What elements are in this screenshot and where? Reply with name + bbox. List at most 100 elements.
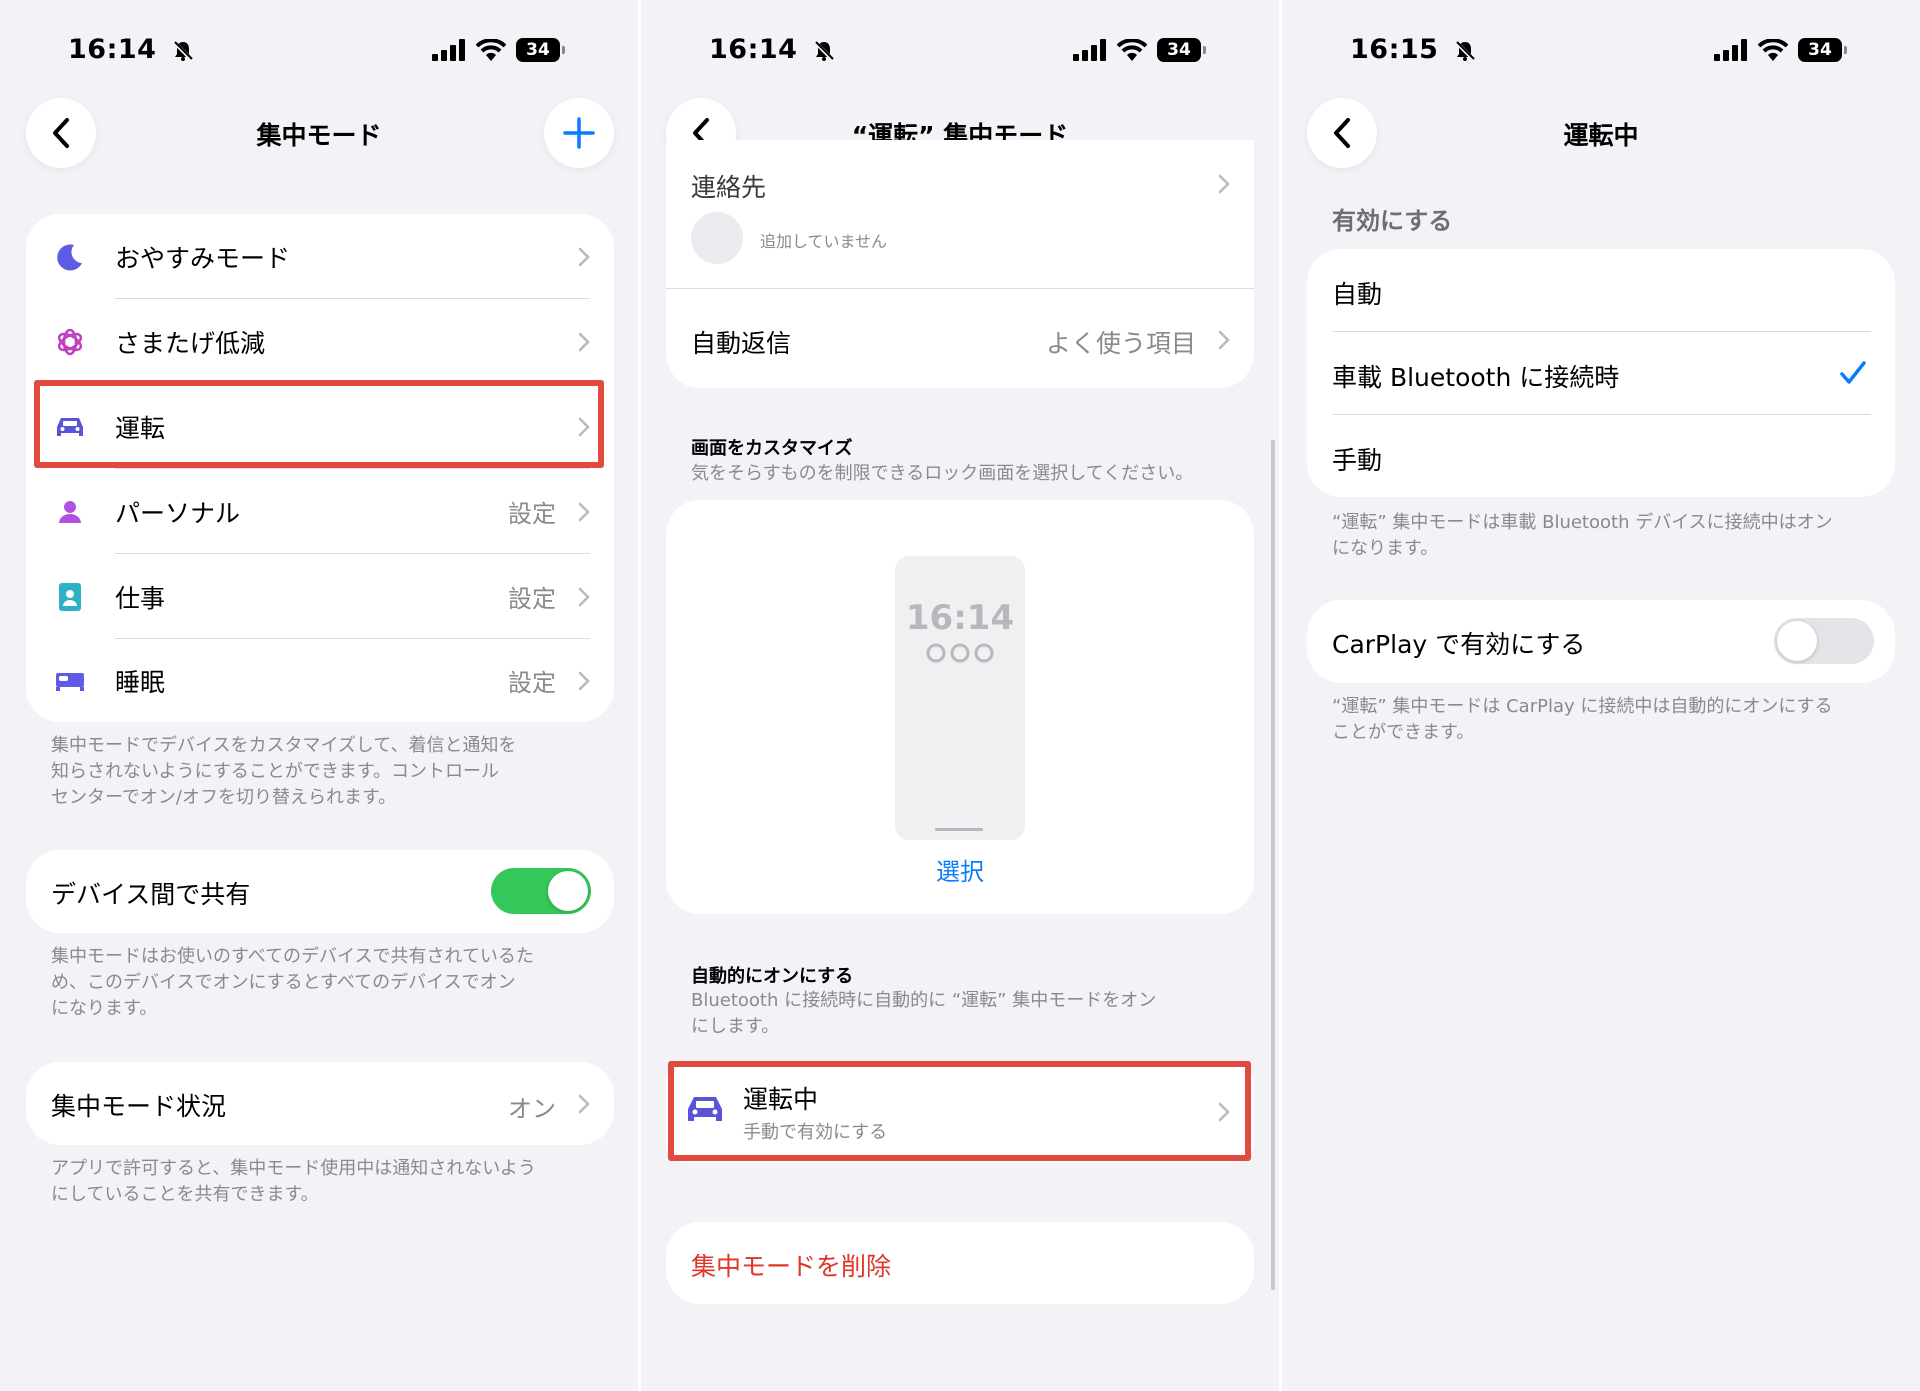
focus-status-row[interactable]: 集中モード状況 オン	[26, 1062, 614, 1145]
focus-status-value: オン	[508, 1095, 556, 1123]
share-across-devices-row: デバイス間で共有	[26, 850, 614, 933]
contact-avatar-placeholder	[691, 212, 743, 264]
bell-slash-icon	[172, 40, 194, 61]
focus-item-label: 睡眠	[115, 667, 166, 697]
bell-slash-icon	[1454, 40, 1476, 61]
scrollbar[interactable]	[1271, 440, 1275, 1290]
carplay-row: CarPlay で有効にする	[1307, 600, 1895, 683]
focus-item-personal[interactable]: パーソナル 設定	[26, 469, 614, 554]
focus-modes-screen: 16:14 34 集中モード おやすみモード さまたげ低減 運転 パーソナル 設…	[0, 0, 638, 1391]
focus-item-label: パーソナル	[115, 498, 241, 528]
toggle-knob	[548, 871, 588, 911]
chevron-right-icon	[578, 587, 590, 606]
battery-indicator: 34	[1157, 38, 1206, 62]
share-footnote: 集中モードはお使いのすべてのデバイスで共有されているた め、このデバイスでオンに…	[51, 946, 534, 1019]
status-indicators: 34	[1714, 38, 1847, 62]
battery-indicator: 34	[516, 38, 565, 62]
chevron-right-icon	[578, 332, 590, 351]
lock-screen-card: 16:14 選択	[666, 500, 1254, 914]
wifi-icon	[1117, 39, 1147, 61]
option-manual[interactable]: 手動	[1307, 415, 1895, 497]
add-focus-button[interactable]	[544, 98, 614, 168]
select-button[interactable]: 選択	[666, 852, 1254, 887]
option-label: 車載 Bluetooth に接続時	[1332, 363, 1620, 392]
checkmark-icon	[1840, 361, 1866, 384]
highlight-box	[34, 380, 604, 468]
divider	[666, 288, 1254, 289]
status-time: 16:14	[709, 34, 835, 65]
share-across-devices-label: デバイス間で共有	[51, 880, 251, 909]
bed-icon	[54, 665, 86, 697]
bell-slash-icon	[813, 40, 835, 61]
wifi-icon	[1758, 39, 1788, 61]
focus-item-do-not-disturb[interactable]: おやすみモード	[26, 214, 614, 299]
auto-reply-value: よく使う項目	[1045, 329, 1196, 358]
carplay-toggle[interactable]	[1774, 618, 1874, 664]
page-title: 集中モード	[256, 121, 382, 150]
carplay-label: CarPlay で有効にする	[1332, 630, 1586, 659]
option-label: 手動	[1332, 446, 1383, 475]
driving-activation-screen: 16:15 34 運転中 有効にする 自動 車載 Bluetooth に接続時 …	[1282, 0, 1920, 1391]
option-label: 自動	[1332, 280, 1383, 309]
lock-screen-preview[interactable]: 16:14	[895, 556, 1025, 840]
allowed-notifications-card: 連絡先 追加していません 自動返信 よく使う項目	[666, 140, 1254, 388]
focus-item-label: さまたげ低減	[115, 328, 266, 358]
status-indicators: 34	[432, 38, 565, 62]
focus-status-label: 集中モード状況	[51, 1092, 227, 1121]
chevron-right-icon	[578, 502, 590, 521]
chevron-right-icon	[578, 671, 590, 690]
mindfulness-icon	[54, 326, 86, 358]
chevron-right-icon	[578, 1094, 590, 1114]
delete-focus-label: 集中モードを削除	[691, 1252, 892, 1281]
option-car-bluetooth[interactable]: 車載 Bluetooth に接続時	[1307, 332, 1895, 415]
plus-icon	[563, 117, 595, 149]
customize-screen-heading: 画面をカスタマイズ	[691, 438, 853, 459]
moon-icon	[54, 241, 86, 273]
contacts-row[interactable]: 連絡先 追加していません	[666, 140, 1254, 290]
focus-item-reduce-interruptions[interactable]: さまたげ低減	[26, 299, 614, 384]
enable-heading: 有効にする	[1332, 207, 1453, 235]
focus-item-value: 設定	[508, 669, 556, 697]
battery-indicator: 34	[1798, 38, 1847, 62]
focus-mode-list: おやすみモード さまたげ低減 運転 パーソナル 設定 仕事 設定 睡眠 設定	[26, 214, 614, 722]
focus-status-footnote: アプリで許可すると、集中モード使用中は通知されないよう にしていることを共有でき…	[51, 1158, 536, 1205]
page-title: 運転中	[1563, 121, 1639, 150]
focus-item-value: 設定	[508, 500, 556, 528]
carplay-footnote: “運転” 集中モードは CarPlay に接続中は自動的にオンにする ことができ…	[1332, 696, 1833, 743]
delete-focus-button[interactable]: 集中モードを削除	[666, 1222, 1254, 1304]
driving-focus-screen: 16:14 34 “運転” 集中モード 連絡先 追加していません 自動返信 よく…	[641, 0, 1279, 1391]
share-across-devices-toggle[interactable]	[491, 868, 591, 914]
focus-item-label: おやすみモード	[115, 243, 291, 273]
cellular-signal-icon	[432, 39, 465, 61]
cellular-signal-icon	[1714, 39, 1747, 61]
focus-item-sleep[interactable]: 睡眠 設定	[26, 639, 614, 722]
status-time: 16:15	[1350, 34, 1476, 65]
status-time: 16:14	[68, 34, 194, 65]
auto-reply-label: 自動返信	[691, 329, 792, 358]
wifi-icon	[476, 39, 506, 61]
auto-on-subtitle: Bluetooth に接続時に自動的に “運転” 集中モードをオン にします。	[691, 990, 1157, 1037]
contacts-label: 連絡先	[691, 173, 767, 202]
person-icon	[54, 496, 86, 528]
chevron-right-icon	[578, 247, 590, 266]
focus-item-label: 仕事	[115, 583, 166, 613]
toggle-knob	[1777, 621, 1817, 661]
chevron-right-icon	[1218, 174, 1230, 194]
status-indicators: 34	[1073, 38, 1206, 62]
cellular-signal-icon	[1073, 39, 1106, 61]
auto-on-heading: 自動的にオンにする	[691, 966, 854, 987]
customize-screen-subtitle: 気をそらすものを制限できるロック画面を選択してください。	[691, 463, 1194, 484]
id-badge-icon	[54, 581, 86, 613]
widget-dots-icon	[926, 643, 994, 663]
chevron-right-icon	[1218, 330, 1230, 350]
activation-options-card: 自動 車載 Bluetooth に接続時 手動	[1307, 249, 1895, 497]
lock-screen-time: 16:14	[905, 598, 1015, 638]
highlight-box	[668, 1061, 1251, 1161]
focus-item-work[interactable]: 仕事 設定	[26, 554, 614, 639]
focus-item-value: 設定	[508, 585, 556, 613]
option-automatic[interactable]: 自動	[1307, 249, 1895, 332]
home-indicator	[935, 828, 983, 831]
contacts-empty-text: 追加していません	[760, 232, 888, 251]
focus-modes-footnote: 集中モードでデバイスをカスタマイズして、着信と通知を 知らされないようにすること…	[51, 735, 517, 808]
auto-reply-row[interactable]: 自動返信 よく使う項目	[666, 290, 1254, 388]
